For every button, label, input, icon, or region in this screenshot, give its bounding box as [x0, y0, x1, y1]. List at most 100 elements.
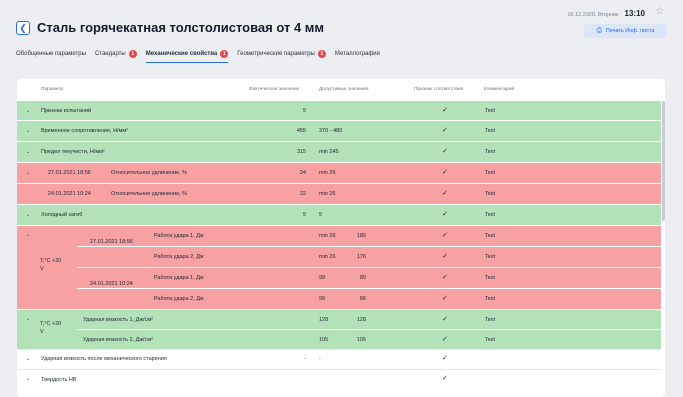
tab-mechanical-properties[interactable]: Механические свойства 1	[145, 48, 229, 63]
actual-value: 22	[299, 191, 306, 197]
table-row[interactable]: ⌄ Временное сопротивление, Н/мм² 455 370…	[17, 120, 661, 141]
actual-value: -	[304, 356, 306, 362]
table-row[interactable]: Работа удара 2, Дж 86 99 ✓ Text	[77, 288, 661, 309]
tab-metallography[interactable]: Металлография	[335, 48, 380, 60]
checkmark-icon: ✓	[442, 232, 448, 239]
chevron-down-icon[interactable]: ⌄	[26, 212, 30, 219]
checkmark-icon: ✓	[442, 148, 448, 155]
allowed-value: 128	[319, 317, 329, 323]
comment: Text	[485, 233, 496, 239]
scrollbar[interactable]	[662, 101, 665, 221]
tab-general-parameters[interactable]: Обобщенные параметры	[16, 48, 86, 60]
table-row[interactable]: Ударная вязкость 2, Дж/см² 105 105 ✓ Tex…	[77, 329, 661, 349]
allowed-value: min 26	[319, 170, 336, 176]
col-actual-value: Фактическое значение	[249, 87, 300, 92]
test-date: 24.01.2021 10:24	[90, 281, 133, 287]
comment: Text	[485, 128, 496, 134]
param-name: Работа удара 1, Дж	[154, 233, 204, 239]
actual-value: 86	[359, 296, 366, 302]
temperature-label: T,°C +20	[40, 258, 62, 264]
actual-value: 180	[356, 233, 366, 239]
comment: Text	[485, 212, 496, 218]
param-name: Работа удара 2, Дж	[154, 296, 204, 302]
comment: Text	[485, 170, 496, 176]
print-info-sheet-button[interactable]: ⎙ Печать Инф. листа	[584, 24, 667, 38]
chevron-down-icon[interactable]: ⌄	[26, 108, 30, 115]
param-name: Относительное удлинение, %	[111, 170, 188, 176]
test-date: 27.01.2021 18:56	[48, 170, 91, 176]
chevron-down-icon[interactable]: ⌄	[26, 128, 30, 135]
col-parameter: Параметр	[41, 87, 64, 92]
checkmark-icon: ✓	[442, 295, 448, 302]
allowed-value: 5	[319, 212, 323, 218]
comment: Text	[485, 191, 496, 197]
actual-value: 176	[356, 254, 366, 260]
table-row[interactable]: ⌄ Ударная вязкость после механического с…	[17, 349, 661, 369]
allowed-value: -	[319, 356, 321, 362]
tab-bar: Обобщенные параметры Стандарты 1 Механич…	[16, 48, 380, 63]
actual-value: 5	[302, 212, 306, 218]
checkmark-icon: ✓	[442, 211, 448, 218]
tab-label: Механические свойства	[145, 51, 218, 57]
tab-badge: 1	[220, 50, 229, 58]
chevron-down-icon[interactable]: ⌄	[26, 170, 30, 177]
test-date: 24.01.2021 10:24	[48, 191, 91, 197]
back-button[interactable]: ❮	[16, 21, 30, 35]
tab-geometric-parameters[interactable]: Геометрические параметры 1	[237, 48, 326, 60]
param-name: Признак испытаний	[41, 108, 92, 114]
properties-table: Параметр Фактическое значение Допустимые…	[17, 79, 665, 397]
chevron-down-icon[interactable]: ⌄	[26, 376, 30, 383]
chevron-left-icon: ❮	[19, 23, 27, 33]
table-row[interactable]: ⌄ Предел текучести, Н/мм² 315 min 245 ✓ …	[17, 141, 661, 162]
actual-value: 105	[356, 337, 366, 343]
checkmark-icon: ✓	[442, 375, 448, 382]
printer-icon: ⎙	[596, 27, 602, 34]
table-row[interactable]: Ударная вязкость 1, Дж/см² 128 128 ✓ Tex…	[77, 309, 661, 329]
param-name: Ударная вязкость 2, Дж/см²	[83, 337, 153, 343]
allowed-value: min 26	[319, 233, 336, 239]
table-row[interactable]: 24.01.2021 10:24 Относительное удлинение…	[17, 183, 661, 204]
chevron-down-icon[interactable]: ⌄	[26, 356, 30, 363]
notch-type: V	[40, 266, 44, 272]
comment: Text	[485, 337, 496, 343]
checkmark-icon: ✓	[442, 336, 448, 343]
table-row[interactable]: Работа удара 2, Дж 176 min 26 ✓ Text	[77, 246, 661, 267]
comment: Text	[485, 317, 496, 323]
param-name: Ударная вязкость после механического ста…	[41, 356, 167, 362]
col-allowed-values: Допустимые значения	[319, 87, 369, 92]
allowed-value: min 26	[319, 254, 336, 260]
table-row[interactable]: ⌄ Признак испытаний 5 ✓ Text	[17, 100, 661, 120]
actual-value: 315	[296, 149, 306, 155]
chevron-down-icon[interactable]: ⌄	[26, 232, 30, 239]
allowed-value: min 245	[319, 149, 339, 155]
comment: Text	[485, 296, 496, 302]
param-name: Твердость HB	[41, 377, 77, 383]
table-row[interactable]: 27.01.2021 18:56 Работа удара 1, Дж 180 …	[77, 225, 661, 246]
comment: Text	[485, 275, 496, 281]
temperature-label: T,°C +20	[40, 321, 62, 327]
chevron-down-icon[interactable]: ⌄	[26, 149, 30, 156]
actual-value: 24	[299, 170, 306, 176]
table-row[interactable]: ⌄ Твердость HB ✓	[17, 369, 661, 397]
table-row[interactable]: 24.01.2021 10:24 Работа удара 1, Дж 80 9…	[77, 267, 661, 288]
col-comment: Комментарий	[484, 87, 515, 92]
checkmark-icon: ✓	[442, 107, 448, 114]
param-name: Работа удара 1, Дж	[154, 275, 204, 281]
checkmark-icon: ✓	[442, 355, 448, 362]
param-name: Ударная вязкость 1, Дж/см²	[83, 317, 153, 323]
tab-badge: 1	[317, 50, 326, 58]
table-row[interactable]: ⌄ 27.01.2021 18:56 Относительное удлинен…	[17, 162, 661, 183]
checkmark-icon: ✓	[442, 169, 448, 176]
table-row[interactable]: ⌄ Холодный загиб 5 5 ✓ Text	[17, 204, 661, 225]
test-date: 27.01.2021 18:56	[90, 239, 133, 245]
tab-label: Обобщенные параметры	[16, 51, 86, 57]
current-date: 16.12.2020, Вторник	[567, 12, 619, 18]
col-compliance: Признак соответствия	[414, 87, 464, 92]
tab-label: Геометрические параметры	[237, 51, 315, 57]
chevron-down-icon[interactable]: ⌄	[26, 316, 30, 323]
actual-value: 80	[359, 275, 366, 281]
star-icon[interactable]: ☆	[655, 6, 664, 17]
tab-standards[interactable]: Стандарты 1	[95, 48, 137, 60]
param-name: Временное сопротивление, Н/мм²	[41, 128, 128, 134]
current-time: 13:10	[624, 9, 645, 18]
